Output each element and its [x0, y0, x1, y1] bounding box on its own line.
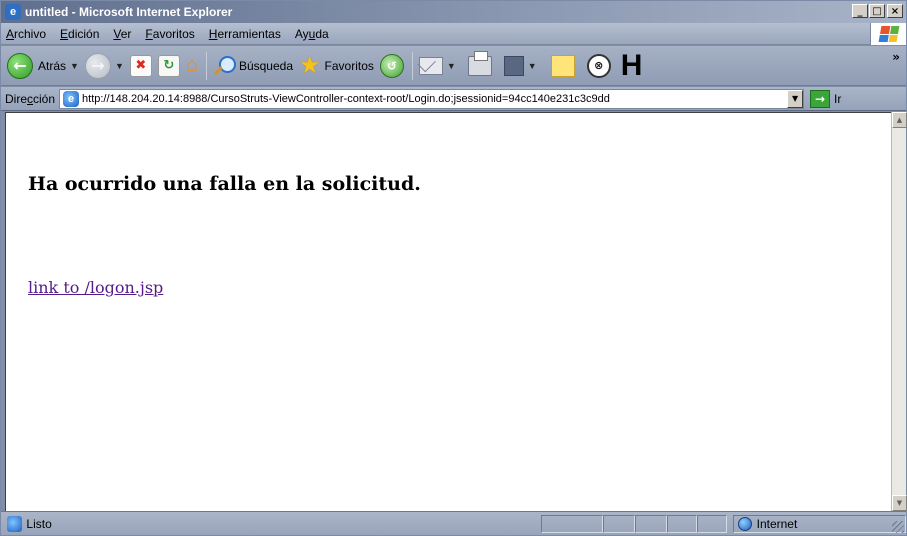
vertical-scrollbar[interactable]: ▲ ▼ [891, 112, 907, 511]
scroll-up-icon[interactable]: ▲ [892, 112, 907, 128]
favorites-button[interactable]: ★ Favoritos [299, 51, 374, 79]
address-url[interactable]: http://148.204.20.14:8988/CursoStruts-Vi… [82, 93, 787, 105]
status-panes [540, 514, 727, 533]
stop-button[interactable]: ✖ [129, 54, 152, 77]
status-text: Listo [26, 516, 52, 531]
forward-arrow-icon: → [84, 52, 111, 79]
forward-button[interactable]: → ▼ [84, 52, 124, 79]
title-bar: e untitled - Microsoft Internet Explorer… [1, 1, 906, 23]
stop-icon: ✖ [129, 54, 152, 77]
window-title: untitled - Microsoft Internet Explorer [25, 5, 233, 19]
window-controls: _ □ × [852, 4, 903, 18]
page-content: Ha ocurrido una falla en la solicitud. l… [5, 112, 891, 511]
status-pane [666, 514, 697, 533]
toolbar-separator [205, 51, 207, 80]
page-icon: e [63, 90, 80, 107]
back-arrow-icon: ← [7, 52, 33, 79]
menu-edicion[interactable]: Edición [53, 27, 106, 41]
scroll-down-icon[interactable]: ▼ [892, 495, 907, 511]
resize-grip-icon[interactable] [892, 521, 904, 533]
windows-logo-icon [870, 23, 906, 45]
status-bar: Listo Internet [1, 511, 906, 535]
status-pane [696, 514, 727, 533]
back-button[interactable]: ← Atrás ▼ [7, 52, 79, 79]
go-arrow-icon: → [810, 89, 831, 108]
go-button[interactable]: → Ir [810, 89, 842, 108]
security-zone: Internet [732, 514, 906, 533]
history-icon: ↺ [379, 53, 404, 78]
print-button[interactable] [467, 50, 492, 76]
close-button[interactable]: × [887, 4, 903, 18]
logon-link[interactable]: link to /logon.jsp [28, 278, 163, 297]
zone-label: Internet [756, 516, 798, 531]
toolbar: ← Atrás ▼ → ▼ ✖ ↻ ⌂ Búsqueda ★ Favoritos… [1, 46, 906, 86]
go-label: Ir [834, 91, 842, 106]
refresh-icon: ↻ [157, 54, 180, 77]
menu-ver[interactable]: Ver [106, 27, 138, 41]
maximize-button[interactable]: □ [869, 4, 885, 18]
globe-icon [737, 516, 752, 531]
menu-bar: Archivo Edición Ver Favoritos Herramient… [1, 23, 906, 45]
status-page-icon [7, 515, 23, 532]
status-pane [540, 514, 603, 533]
print-icon [467, 50, 492, 76]
favorites-label: Favoritos [324, 58, 374, 73]
note-icon [550, 54, 575, 77]
minimize-button[interactable]: _ [852, 4, 868, 18]
messenger-icon: ⊗ [586, 53, 611, 78]
h-icon: H [620, 48, 643, 82]
address-dropdown-icon[interactable]: ▼ [787, 89, 804, 108]
search-button[interactable]: Búsqueda [213, 55, 293, 77]
mail-button[interactable]: ▼ [418, 56, 456, 75]
mail-dropdown-icon[interactable]: ▼ [447, 61, 456, 71]
status-pane [602, 514, 635, 533]
edit-icon [503, 55, 524, 76]
toolbar-separator [411, 51, 413, 80]
back-label: Atrás [38, 58, 67, 73]
refresh-button[interactable]: ↻ [157, 54, 180, 77]
menu-favoritos[interactable]: Favoritos [138, 27, 201, 41]
menu-ayuda[interactable]: Ayuda [288, 27, 336, 41]
search-icon [213, 55, 236, 77]
forward-dropdown-icon[interactable]: ▼ [115, 61, 124, 71]
address-bar: Dirección e http://148.204.20.14:8988/Cu… [1, 87, 906, 111]
edit-button[interactable]: ▼ [503, 55, 537, 76]
discuss-button[interactable] [550, 54, 575, 77]
back-dropdown-icon[interactable]: ▼ [70, 61, 79, 71]
menu-archivo[interactable]: Archivo [1, 27, 53, 41]
home-icon: ⌂ [185, 54, 198, 76]
home-button[interactable]: ⌂ [186, 54, 198, 77]
address-label: Dirección [5, 91, 56, 106]
error-heading: Ha ocurrido una falla en la solicitud. [28, 173, 421, 195]
status-pane [634, 514, 667, 533]
menu-herramientas[interactable]: Herramientas [202, 27, 288, 41]
address-input[interactable]: e http://148.204.20.14:8988/CursoStruts-… [59, 88, 805, 109]
h-button[interactable]: H [620, 48, 643, 82]
ie-app-icon: e [5, 4, 21, 20]
toolbar-more-chevron-icon[interactable]: » [892, 50, 900, 64]
messenger-button[interactable]: ⊗ [586, 53, 611, 78]
search-label: Búsqueda [238, 58, 293, 73]
star-icon: ★ [299, 51, 321, 79]
history-button[interactable]: ↺ [379, 53, 404, 78]
mail-icon [418, 56, 443, 75]
edit-dropdown-icon[interactable]: ▼ [528, 61, 537, 71]
browser-window: e untitled - Microsoft Internet Explorer… [0, 0, 907, 536]
